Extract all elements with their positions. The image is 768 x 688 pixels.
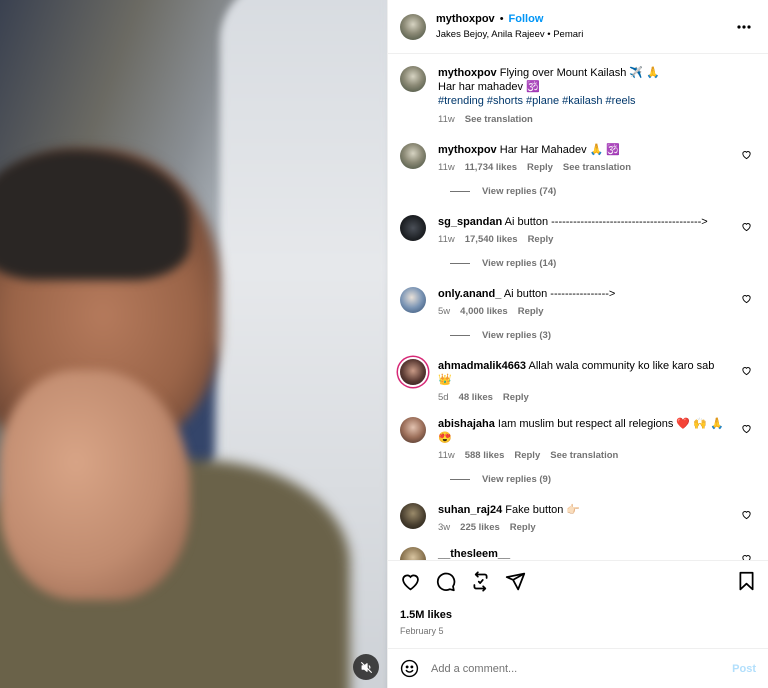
comment-username[interactable]: abishajaha xyxy=(438,418,495,430)
like-comment-heart-icon[interactable] xyxy=(741,509,752,520)
reply-button[interactable]: Reply xyxy=(518,306,544,317)
like-comment-heart-icon[interactable] xyxy=(741,293,752,304)
repost-icon[interactable] xyxy=(470,570,491,592)
view-replies-label: View replies (74) xyxy=(482,186,557,197)
view-replies-button[interactable]: View replies (74) xyxy=(450,186,756,197)
comment-time[interactable]: 5d xyxy=(438,392,449,403)
caption-text: Flying over Mount Kailash ✈️ 🙏 xyxy=(499,67,660,79)
comment-input[interactable] xyxy=(431,662,733,675)
comment-likes[interactable]: 11,734 likes xyxy=(465,162,517,173)
comment-time[interactable]: 5w xyxy=(438,306,450,317)
share-paper-plane-icon[interactable] xyxy=(505,571,526,592)
post-side-panel: mythoxpov • Follow Jakes Bejoy, Anila Ra… xyxy=(387,0,768,688)
replies-divider xyxy=(450,191,470,192)
like-comment-heart-icon[interactable] xyxy=(741,149,752,160)
comment-item: only.anand_ Ai button ----------------> … xyxy=(400,287,756,317)
comment-username[interactable]: __thesleem__ xyxy=(438,548,510,560)
like-comment-heart-icon[interactable] xyxy=(741,365,752,376)
mute-button[interactable] xyxy=(353,654,379,680)
comment-text: Fake button 👉🏻 xyxy=(505,504,581,516)
comment-item: __thesleem__ xyxy=(400,547,756,560)
reply-button[interactable]: Reply xyxy=(510,522,536,533)
comment-item: abishajaha Iam muslim but respect all re… xyxy=(400,417,756,461)
caption: mythoxpov Flying over Mount Kailash ✈️ 🙏… xyxy=(400,66,756,125)
comment-item: ahmadmalik4663 Allah wala community ko l… xyxy=(400,359,756,403)
replies-divider xyxy=(450,335,470,336)
comment-username[interactable]: sg_spandan xyxy=(438,216,502,228)
comment-username[interactable]: suhan_raj24 xyxy=(438,504,502,516)
avatar[interactable] xyxy=(400,13,426,40)
comment-bubble-icon[interactable] xyxy=(435,571,456,592)
avatar[interactable] xyxy=(400,66,426,92)
like-comment-heart-icon[interactable] xyxy=(741,553,752,560)
comment-time[interactable]: 11w xyxy=(438,450,455,461)
like-comment-heart-icon[interactable] xyxy=(741,423,752,434)
separator-dot: • xyxy=(499,13,504,25)
comment-likes[interactable]: 588 likes xyxy=(465,450,505,461)
speaker-muted-icon xyxy=(360,661,373,674)
view-replies-label: View replies (3) xyxy=(482,330,551,341)
author-username[interactable]: mythoxpov xyxy=(436,13,495,25)
avatar[interactable] xyxy=(400,143,426,169)
comment-likes[interactable]: 225 likes xyxy=(460,522,500,533)
post-date[interactable]: February 5 xyxy=(400,626,756,648)
like-heart-icon[interactable] xyxy=(400,571,421,592)
comments-list[interactable]: mythoxpov Flying over Mount Kailash ✈️ 🙏… xyxy=(388,54,768,560)
see-translation-link[interactable]: See translation xyxy=(563,162,631,173)
view-replies-button[interactable]: View replies (3) xyxy=(450,330,756,341)
comment-username[interactable]: ahmadmalik4663 xyxy=(438,360,526,372)
view-replies-button[interactable]: View replies (9) xyxy=(450,474,756,485)
comment-time[interactable]: 11w xyxy=(438,234,455,245)
caption-hashtags[interactable]: #trending #shorts #plane #kailash #reels xyxy=(438,94,730,108)
view-replies-label: View replies (14) xyxy=(482,258,557,269)
avatar[interactable] xyxy=(400,287,426,313)
more-options-button[interactable] xyxy=(732,24,756,29)
avatar[interactable] xyxy=(400,503,426,529)
post-header: mythoxpov • Follow Jakes Bejoy, Anila Ra… xyxy=(388,0,768,54)
comment-item: sg_spandan Ai button -------------------… xyxy=(400,215,756,245)
comment-text: Ai button ----------------> xyxy=(503,288,616,300)
reply-button[interactable]: Reply xyxy=(503,392,529,403)
avatar[interactable] xyxy=(400,359,426,385)
replies-divider xyxy=(450,479,470,480)
post-actions: 1.5M likes February 5 xyxy=(388,560,768,648)
see-translation-link[interactable]: See translation xyxy=(465,114,533,125)
add-comment-bar: Post xyxy=(388,648,768,688)
audio-credits[interactable]: Jakes Bejoy, Anila Rajeev • Pemari xyxy=(436,29,732,40)
like-comment-heart-icon[interactable] xyxy=(741,221,752,232)
post-modal: mythoxpov • Follow Jakes Bejoy, Anila Ra… xyxy=(0,0,768,688)
comment-likes[interactable]: 4,000 likes xyxy=(460,306,508,317)
see-translation-link[interactable]: See translation xyxy=(550,450,618,461)
comment-text: Ai button ------------------------------… xyxy=(504,216,708,228)
reply-button[interactable]: Reply xyxy=(528,234,554,245)
post-comment-button[interactable]: Post xyxy=(732,663,756,675)
comment-time[interactable]: 3w xyxy=(438,522,450,533)
comment-time[interactable]: 11w xyxy=(438,162,455,173)
view-replies-button[interactable]: View replies (14) xyxy=(450,258,756,269)
comment-item: suhan_raj24 Fake button 👉🏻 3w 225 likes … xyxy=(400,503,756,533)
avatar[interactable] xyxy=(400,417,426,443)
likes-count[interactable]: 1.5M likes xyxy=(400,609,756,621)
replies-divider xyxy=(450,263,470,264)
comment-username[interactable]: only.anand_ xyxy=(438,288,501,300)
comment-likes[interactable]: 17,540 likes xyxy=(465,234,518,245)
follow-button[interactable]: Follow xyxy=(509,13,544,25)
more-horizontal-icon xyxy=(737,24,751,29)
comment-username[interactable]: mythoxpov xyxy=(438,144,497,156)
reply-button[interactable]: Reply xyxy=(514,450,540,461)
reply-button[interactable]: Reply xyxy=(527,162,553,173)
comment-item: mythoxpov Har Har Mahadev 🙏 🕉️ 11w 11,73… xyxy=(400,143,756,173)
avatar[interactable] xyxy=(400,547,426,560)
comment-likes[interactable]: 48 likes xyxy=(459,392,493,403)
emoji-icon[interactable] xyxy=(400,659,419,678)
person-hand xyxy=(0,370,190,600)
comment-text: Har Har Mahadev 🙏 🕉️ xyxy=(499,144,621,156)
caption-line2: Har har mahadev 🕉️ xyxy=(438,81,540,93)
reel-video[interactable] xyxy=(0,0,387,688)
caption-username[interactable]: mythoxpov xyxy=(438,67,497,79)
view-replies-label: View replies (9) xyxy=(482,474,551,485)
save-bookmark-icon[interactable] xyxy=(737,571,756,592)
caption-time[interactable]: 11w xyxy=(438,114,455,125)
avatar[interactable] xyxy=(400,215,426,241)
